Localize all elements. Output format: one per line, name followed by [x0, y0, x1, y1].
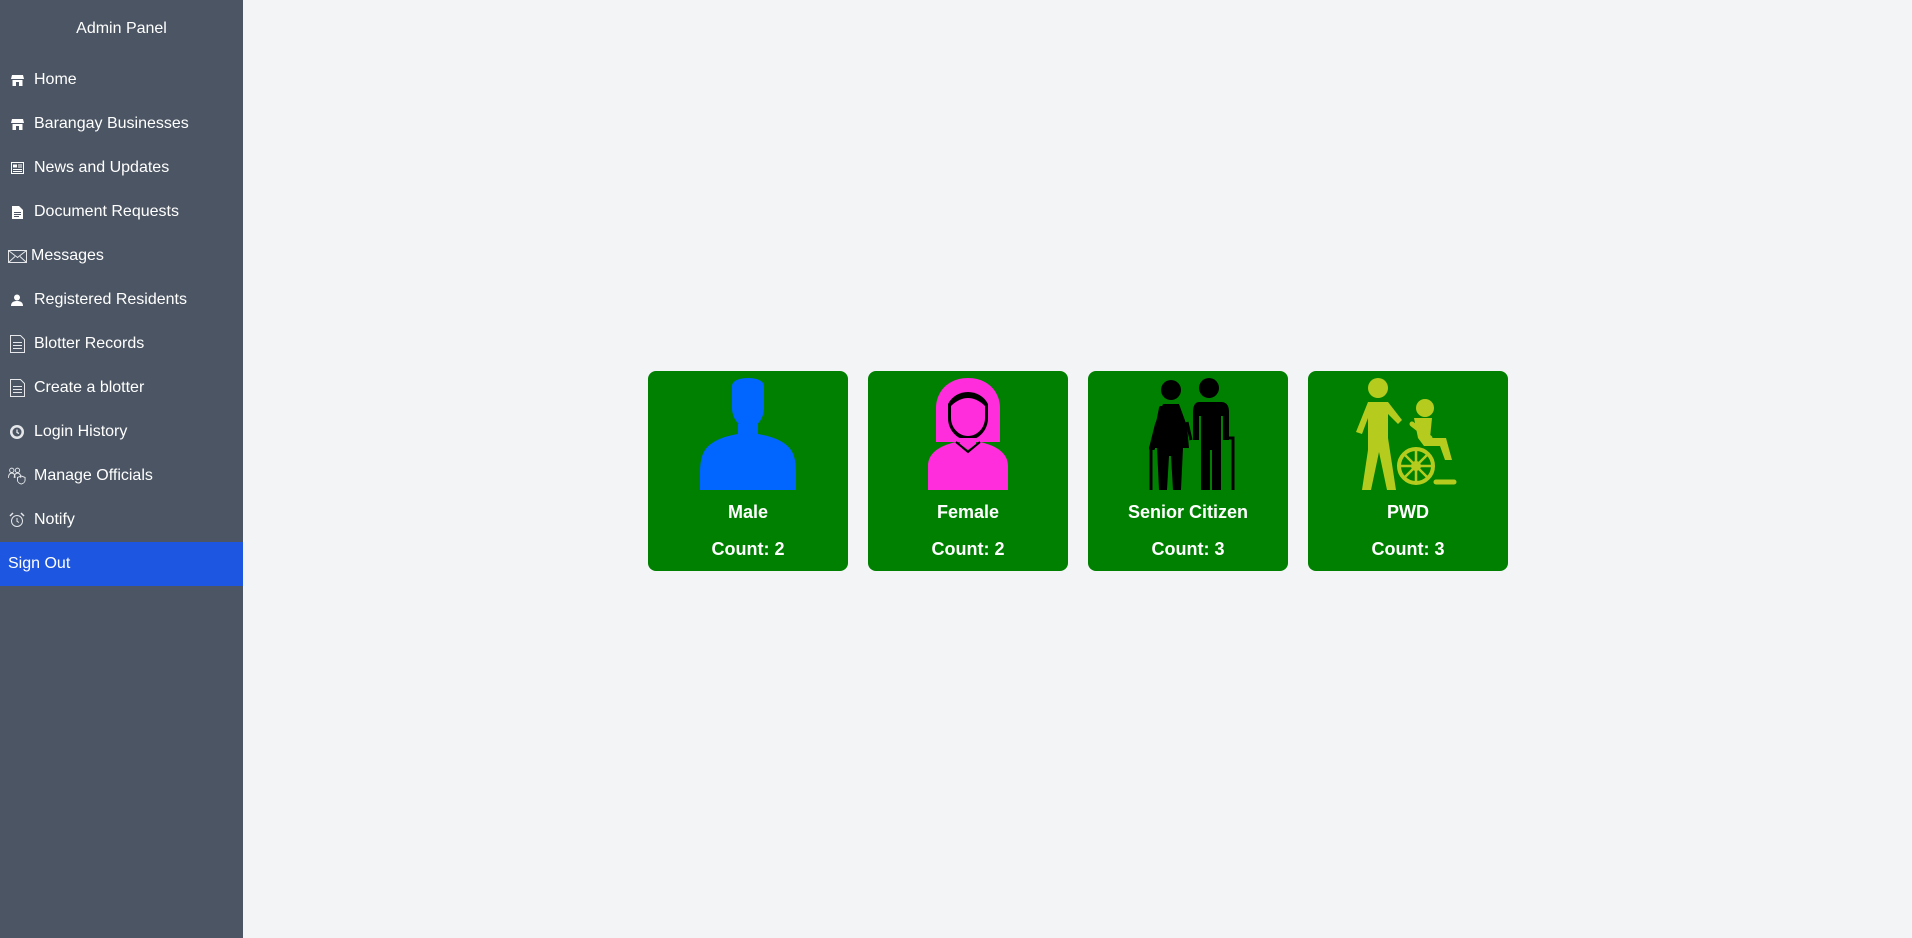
- sidebar-item-label: Blotter Records: [34, 335, 145, 352]
- card-pwd[interactable]: PWD Count: 3: [1308, 371, 1508, 571]
- sidebar-item-login-history[interactable]: Login History: [0, 410, 243, 454]
- card-label: PWD: [1387, 502, 1429, 522]
- sidebar-item-registered-residents[interactable]: Registered Residents: [0, 278, 243, 322]
- card-label: Senior Citizen: [1127, 502, 1248, 522]
- sidebar-item-news-and-updates[interactable]: News and Updates: [0, 146, 243, 190]
- card-count: Count: 3: [1371, 539, 1445, 559]
- sidebar-item-manage-officials[interactable]: Manage Officials: [0, 454, 243, 498]
- sign-out-label: Sign Out: [8, 555, 71, 572]
- nav-list: Home Barangay Businesses News and Update…: [0, 58, 243, 586]
- sidebar-item-label: Home: [34, 71, 77, 88]
- male-person-icon: [688, 378, 808, 490]
- file-icon: [8, 379, 26, 397]
- history-icon: [8, 423, 26, 441]
- store-icon: [8, 71, 26, 89]
- sidebar-item-barangay-businesses[interactable]: Barangay Businesses: [0, 102, 243, 146]
- envelope-icon: [7, 247, 27, 265]
- senior-couple-icon: [1128, 378, 1248, 490]
- female-person-icon: [908, 378, 1028, 490]
- card-count: Count: 3: [1151, 539, 1225, 559]
- sidebar: Admin Panel Home Barangay Businesses New…: [0, 0, 243, 938]
- sidebar-item-home[interactable]: Home: [0, 58, 243, 102]
- card-female[interactable]: Female Count: 2: [868, 371, 1068, 571]
- sidebar-item-notify[interactable]: Notify: [0, 498, 243, 542]
- sidebar-item-label: Manage Officials: [34, 467, 153, 484]
- sidebar-item-create-a-blotter[interactable]: Create a blotter: [0, 366, 243, 410]
- sidebar-item-label: Login History: [34, 423, 128, 440]
- sidebar-item-label: News and Updates: [34, 159, 170, 176]
- sidebar-item-label: Create a blotter: [34, 379, 145, 396]
- store-icon: [8, 115, 26, 133]
- sidebar-item-label: Barangay Businesses: [34, 115, 189, 132]
- sign-out-button[interactable]: Sign Out: [0, 542, 243, 586]
- main-content: Male Count: 2 Female Count: 2 Senior Cit…: [243, 0, 1912, 938]
- sidebar-item-label: Document Requests: [34, 203, 179, 220]
- user-icon: [8, 291, 26, 309]
- card-male[interactable]: Male Count: 2: [648, 371, 848, 571]
- card-label: Male: [727, 502, 769, 522]
- alarm-icon: [8, 511, 26, 529]
- card-senior-citizen[interactable]: Senior Citizen Count: 3: [1088, 371, 1288, 571]
- newspaper-icon: [8, 159, 26, 177]
- card-label: Female: [936, 502, 1000, 522]
- sidebar-item-messages[interactable]: Messages: [0, 234, 243, 278]
- sidebar-item-blotter-records[interactable]: Blotter Records: [0, 322, 243, 366]
- card-count: Count: 2: [931, 539, 1005, 559]
- sidebar-item-label: Messages: [31, 247, 104, 264]
- file-icon: [8, 335, 26, 353]
- officials-icon: [8, 467, 26, 485]
- sidebar-title: Admin Panel: [76, 20, 167, 37]
- sidebar-item-document-requests[interactable]: Document Requests: [0, 190, 243, 234]
- card-count: Count: 2: [711, 539, 785, 559]
- document-icon: [8, 203, 26, 221]
- sidebar-item-label: Notify: [34, 511, 75, 528]
- sidebar-item-label: Registered Residents: [34, 291, 187, 308]
- stats-cards: Male Count: 2 Female Count: 2 Senior Cit…: [648, 371, 1508, 571]
- wheelchair-icon: [1348, 378, 1468, 490]
